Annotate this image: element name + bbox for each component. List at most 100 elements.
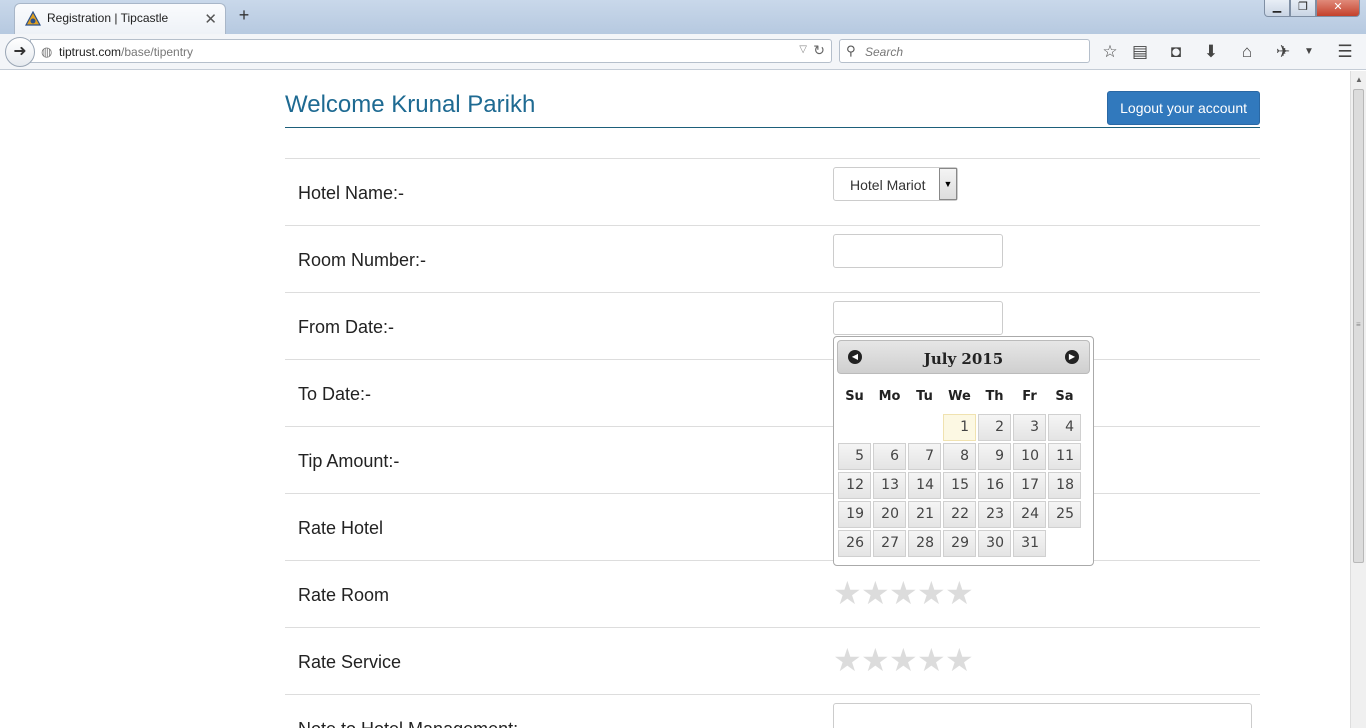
search-bar[interactable]: ⚲ Search [839, 39, 1090, 63]
star-icon[interactable]: ★ [917, 577, 946, 609]
extension-icon[interactable]: ✈ [1272, 42, 1294, 62]
calendar-day-30[interactable]: 30 [978, 530, 1011, 557]
calendar-cell: 8 [943, 443, 976, 470]
calendar-day-9[interactable]: 9 [978, 443, 1011, 470]
calendar-day-25[interactable]: 25 [1048, 501, 1081, 528]
rate-service-stars[interactable]: ★ ★ ★ ★ ★ [833, 644, 974, 676]
calendar-day-17[interactable]: 17 [1013, 472, 1046, 499]
scroll-up-icon[interactable]: ▲ [1355, 75, 1363, 84]
calendar-cell: 19 [838, 501, 871, 528]
star-icon[interactable]: ★ [945, 644, 974, 676]
form-row-hotel: Hotel Name:- Hotel Mariot ▼ [285, 158, 1260, 225]
restore-icon[interactable]: ❐ [1290, 0, 1316, 17]
from-date-label: From Date:- [298, 317, 395, 337]
next-month-icon[interactable]: ▶ [1065, 350, 1079, 364]
calendar-cell: 22 [943, 501, 976, 528]
datepicker-month-title: July 2015 [923, 350, 1004, 368]
home-icon[interactable]: ⌂ [1236, 42, 1258, 62]
to-date-label: To Date:- [298, 384, 372, 404]
calendar-day-23[interactable]: 23 [978, 501, 1011, 528]
form-row-to-date: To Date:- [285, 359, 1260, 426]
star-icon[interactable]: ★ [945, 577, 974, 609]
calendar-day-12[interactable]: 12 [838, 472, 871, 499]
calendar-day-4[interactable]: 4 [1048, 414, 1081, 441]
rate-room-stars[interactable]: ★ ★ ★ ★ ★ [833, 577, 974, 609]
calendar-cell: 1 [943, 414, 976, 441]
scroll-thumb[interactable]: ≡ [1353, 89, 1364, 563]
calendar-day-28[interactable]: 28 [908, 530, 941, 557]
datepicker-header: ◀ July 2015 ▶ [837, 340, 1090, 374]
weekday-header: Mo [878, 389, 901, 404]
download-icon[interactable]: ⬇ [1200, 42, 1222, 62]
page-header: Welcome Krunal Parikh Logout your accoun… [285, 71, 1260, 128]
weekday-header: Th [985, 389, 1004, 404]
main-container: Welcome Krunal Parikh Logout your accoun… [285, 71, 1260, 728]
search-icon: ⚲ [846, 43, 856, 58]
calendar-day-24[interactable]: 24 [1013, 501, 1046, 528]
star-icon[interactable]: ★ [833, 644, 862, 676]
calendar-day-21[interactable]: 21 [908, 501, 941, 528]
extension-dropdown-icon[interactable]: ▼ [1298, 46, 1320, 57]
star-icon[interactable]: ★ [889, 577, 918, 609]
star-icon[interactable]: ★ [861, 577, 890, 609]
calendar-day-20[interactable]: 20 [873, 501, 906, 528]
calendar-day-7[interactable]: 7 [908, 443, 941, 470]
logout-button[interactable]: Logout your account [1107, 91, 1260, 125]
window-close-icon[interactable]: ✕ [1316, 0, 1360, 17]
calendar-day-29[interactable]: 29 [943, 530, 976, 557]
calendar-day-2[interactable]: 2 [978, 414, 1011, 441]
browser-tab[interactable]: Registration | Tipcastle ✕ [14, 3, 226, 34]
calendar-day-3[interactable]: 3 [1013, 414, 1046, 441]
form-row-tip-amount: Tip Amount:- [285, 426, 1260, 493]
new-tab-icon[interactable]: + [234, 5, 254, 25]
calendar-day-10[interactable]: 10 [1013, 443, 1046, 470]
calendar-cell: 29 [943, 530, 976, 557]
hotel-select[interactable]: Hotel Mariot ▼ [833, 167, 958, 201]
calendar-day-13[interactable]: 13 [873, 472, 906, 499]
star-icon[interactable]: ★ [917, 644, 946, 676]
rate-hotel-label: Rate Hotel [298, 518, 384, 538]
calendar-day-5[interactable]: 5 [838, 443, 871, 470]
reading-list-icon[interactable]: ▤ [1129, 42, 1151, 62]
calendar-cell: 15 [943, 472, 976, 499]
weekday-header: Tu [916, 389, 933, 404]
calendar-cell: 10 [1013, 443, 1046, 470]
calendar-day-1[interactable]: 1 [943, 414, 976, 441]
calendar-day-18[interactable]: 18 [1048, 472, 1081, 499]
from-date-input[interactable] [833, 301, 1003, 335]
pocket-icon[interactable]: ◘ [1165, 42, 1187, 62]
form-row-rate-hotel: Rate Hotel [285, 493, 1260, 560]
calendar-day-26[interactable]: 26 [838, 530, 871, 557]
bookmark-star-icon[interactable]: ☆ [1099, 42, 1121, 62]
calendar-day-15[interactable]: 15 [943, 472, 976, 499]
reload-icon[interactable]: ↻ [813, 42, 825, 59]
calendar-day-14[interactable]: 14 [908, 472, 941, 499]
minimize-icon[interactable]: ▁ [1264, 0, 1290, 17]
calendar-day-8[interactable]: 8 [943, 443, 976, 470]
star-icon[interactable]: ★ [833, 577, 862, 609]
hotel-name-label: Hotel Name:- [298, 183, 405, 203]
form-row-room: Room Number:- [285, 225, 1260, 292]
menu-hamburger-icon[interactable]: ☰ [1334, 42, 1356, 62]
calendar-cell: 4 [1048, 414, 1081, 441]
calendar-day-11[interactable]: 11 [1048, 443, 1081, 470]
star-icon[interactable]: ★ [861, 644, 890, 676]
calendar-day-6[interactable]: 6 [873, 443, 906, 470]
calendar-day-31[interactable]: 31 [1013, 530, 1046, 557]
page-scrollbar[interactable]: ▲ ≡ [1350, 71, 1366, 728]
star-icon[interactable]: ★ [889, 644, 918, 676]
tab-close-icon[interactable]: ✕ [204, 10, 217, 28]
calendar-day-19[interactable]: 19 [838, 501, 871, 528]
weekday-header: Sa [1055, 389, 1074, 404]
scroll-grip-icon: ≡ [1356, 320, 1361, 329]
calendar-day-27[interactable]: 27 [873, 530, 906, 557]
note-textarea[interactable] [833, 703, 1252, 728]
calendar-cell: 23 [978, 501, 1011, 528]
chevron-down-icon[interactable]: ▼ [939, 168, 957, 200]
room-number-input[interactable] [833, 234, 1003, 268]
calendar-day-22[interactable]: 22 [943, 501, 976, 528]
url-bar[interactable]: ◍ tiptrust.com/base/tipentry ▽ ↻ [30, 39, 832, 63]
back-arrow-icon[interactable]: ➜ [5, 37, 35, 67]
url-dropdown-icon[interactable]: ▽ [799, 44, 807, 55]
calendar-day-16[interactable]: 16 [978, 472, 1011, 499]
